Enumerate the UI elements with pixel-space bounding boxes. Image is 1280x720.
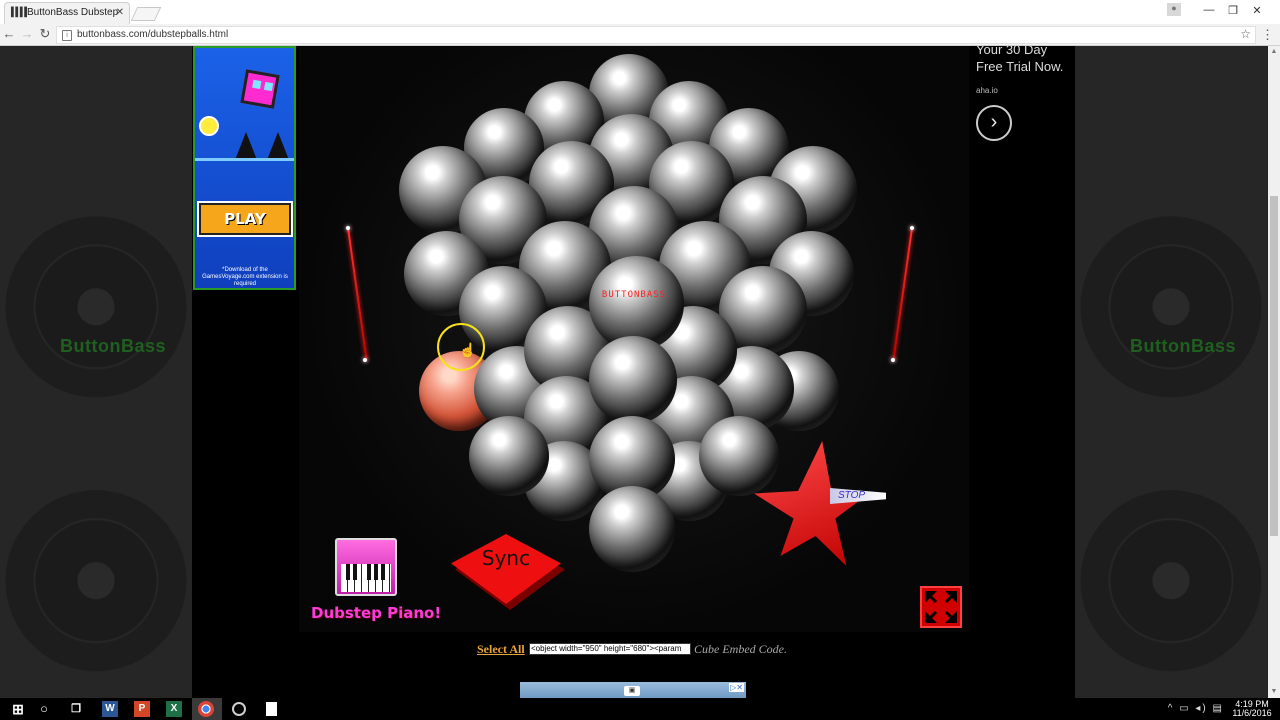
laser-tip (346, 226, 350, 230)
page-info-icon[interactable]: i (62, 30, 72, 41)
piano-keyboard-icon[interactable] (335, 538, 397, 596)
scroll-down-icon[interactable]: ▼ (1268, 686, 1280, 698)
browser-toolbar: ← → ↻ i buttonbass.com/dubstepballs.html… (0, 24, 1280, 46)
back-arrow-icon[interactable]: ← (0, 26, 18, 41)
turntable-background-right: ButtonBass (1075, 46, 1267, 698)
page-viewport: ButtonBass ButtonBass PLAY *Download of … (0, 46, 1268, 698)
file-icon[interactable] (266, 702, 277, 716)
side-watermark-left: ButtonBass (60, 336, 167, 356)
sync-button[interactable]: Sync (451, 534, 565, 610)
side-watermark-right: ButtonBass (1130, 336, 1237, 356)
piano-black-key (374, 564, 378, 580)
bookmark-star-icon[interactable]: ☆ (1240, 27, 1251, 41)
piano-black-key (353, 564, 357, 580)
clock-date: 11/6/2016 (1232, 708, 1272, 718)
ad-disclaimer: *Download of the GamesVoyage.com extensi… (202, 267, 288, 287)
dubstep-balls-stage[interactable]: BUTTONBASS ☝ Dubstep Piano! Sync STOP (299, 46, 969, 632)
task-view-icon[interactable]: ❐ (68, 701, 84, 717)
browser-tab[interactable]: ▌▌▌▌ ButtonBass Dubstep ✕ (4, 2, 130, 24)
close-window-button[interactable]: ✕ (1234, 4, 1280, 17)
new-tab-button[interactable] (130, 7, 162, 21)
game-ball-icon (199, 116, 219, 136)
dubstep-piano-link[interactable]: Dubstep Piano! (311, 604, 441, 622)
cortana-icon[interactable] (232, 702, 246, 716)
address-bar[interactable]: i buttonbass.com/dubstepballs.html ☆ (56, 26, 1256, 44)
laser-tip (363, 358, 367, 362)
piano-black-key (346, 564, 350, 580)
chrome-app-icon[interactable] (198, 701, 214, 717)
main-content: PLAY *Download of the GamesVoyage.com ex… (192, 46, 1075, 698)
powerpoint-app-icon[interactable]: P (134, 701, 150, 717)
word-app-icon[interactable]: W (102, 701, 118, 717)
embed-code-field[interactable]: <object width="950" height="680"><param (529, 643, 691, 655)
reload-icon[interactable]: ↻ (36, 26, 54, 42)
spike-icon (267, 132, 289, 160)
tab-close-icon[interactable]: ✕ (116, 3, 124, 23)
spike-icon (235, 132, 257, 160)
hand-cursor-icon: ☝ (459, 342, 477, 358)
chrome-ball[interactable] (589, 336, 677, 424)
fullscreen-button[interactable] (920, 586, 962, 628)
game-advertisement[interactable]: PLAY *Download of the GamesVoyage.com ex… (193, 46, 296, 290)
laser-right (892, 227, 913, 361)
bottom-banner-ad[interactable]: ▣ ▷✕ (520, 682, 746, 698)
tab-title: ButtonBass Dubstep (27, 7, 119, 18)
star-icon (754, 441, 864, 566)
play-button[interactable]: PLAY (197, 201, 293, 237)
menu-dots-icon[interactable]: ⋮ (1261, 27, 1274, 43)
excel-app-icon[interactable]: X (166, 701, 182, 717)
vertical-scrollbar[interactable]: ▲ ▼ (1268, 46, 1280, 698)
buttonbass-favicon-icon: ▌▌▌▌ (11, 8, 30, 18)
fullscreen-icon (925, 591, 957, 623)
search-icon[interactable]: ○ (36, 701, 52, 717)
piano-black-key (367, 564, 371, 580)
laser-tip (910, 226, 914, 230)
ad-headline-line2: Free Trial Now. (976, 59, 1064, 74)
piano-black-key (381, 564, 385, 580)
taskbar-clock[interactable]: 4:19 PM 11/6/2016 (1232, 700, 1272, 718)
game-ground-line (195, 158, 294, 161)
select-all-link[interactable]: Select All (477, 642, 525, 657)
chrome-ball[interactable] (469, 416, 549, 496)
windows-taskbar: ⊞ ○ ❐ W P X ^ ▭ ◂) ▤ 4:19 PM 11/6/2016 (0, 698, 1280, 720)
url-text: buttonbass.com/dubstepballs.html (77, 29, 229, 40)
ad-logo-icon: ▣ (624, 686, 640, 696)
user-profile-icon[interactable]: ● (1167, 3, 1181, 16)
embed-caption: Cube Embed Code. (694, 642, 787, 656)
game-cube-icon (240, 69, 280, 109)
tray-icons[interactable]: ^ ▭ ◂) ▤ (1168, 703, 1224, 714)
forward-arrow-icon[interactable]: → (18, 26, 36, 41)
laser-left (347, 227, 368, 361)
buttonbass-logo-text: BUTTONBASS (601, 290, 667, 300)
windows-start-icon[interactable]: ⊞ (10, 701, 26, 717)
sync-label: Sync (481, 546, 531, 570)
chevron-right-icon[interactable]: › (976, 105, 1012, 141)
laser-tip (891, 358, 895, 362)
ad-headline-line1: Your 30 Day (976, 46, 1048, 57)
browser-tabstrip: ▌▌▌▌ ButtonBass Dubstep ✕ ● — ❐ ✕ (0, 0, 1280, 24)
scrollbar-thumb[interactable] (1270, 196, 1278, 536)
stop-button[interactable]: STOP (754, 441, 889, 571)
ad-domain: aha.io (976, 86, 998, 95)
chrome-ball[interactable] (589, 486, 675, 572)
turntable-background-left: ButtonBass (0, 46, 192, 698)
adchoices-icon[interactable]: ▷✕ (729, 683, 744, 692)
scroll-up-icon[interactable]: ▲ (1268, 46, 1280, 58)
right-advertisement[interactable]: Your 30 Day Free Trial Now. aha.io › (976, 46, 1072, 246)
